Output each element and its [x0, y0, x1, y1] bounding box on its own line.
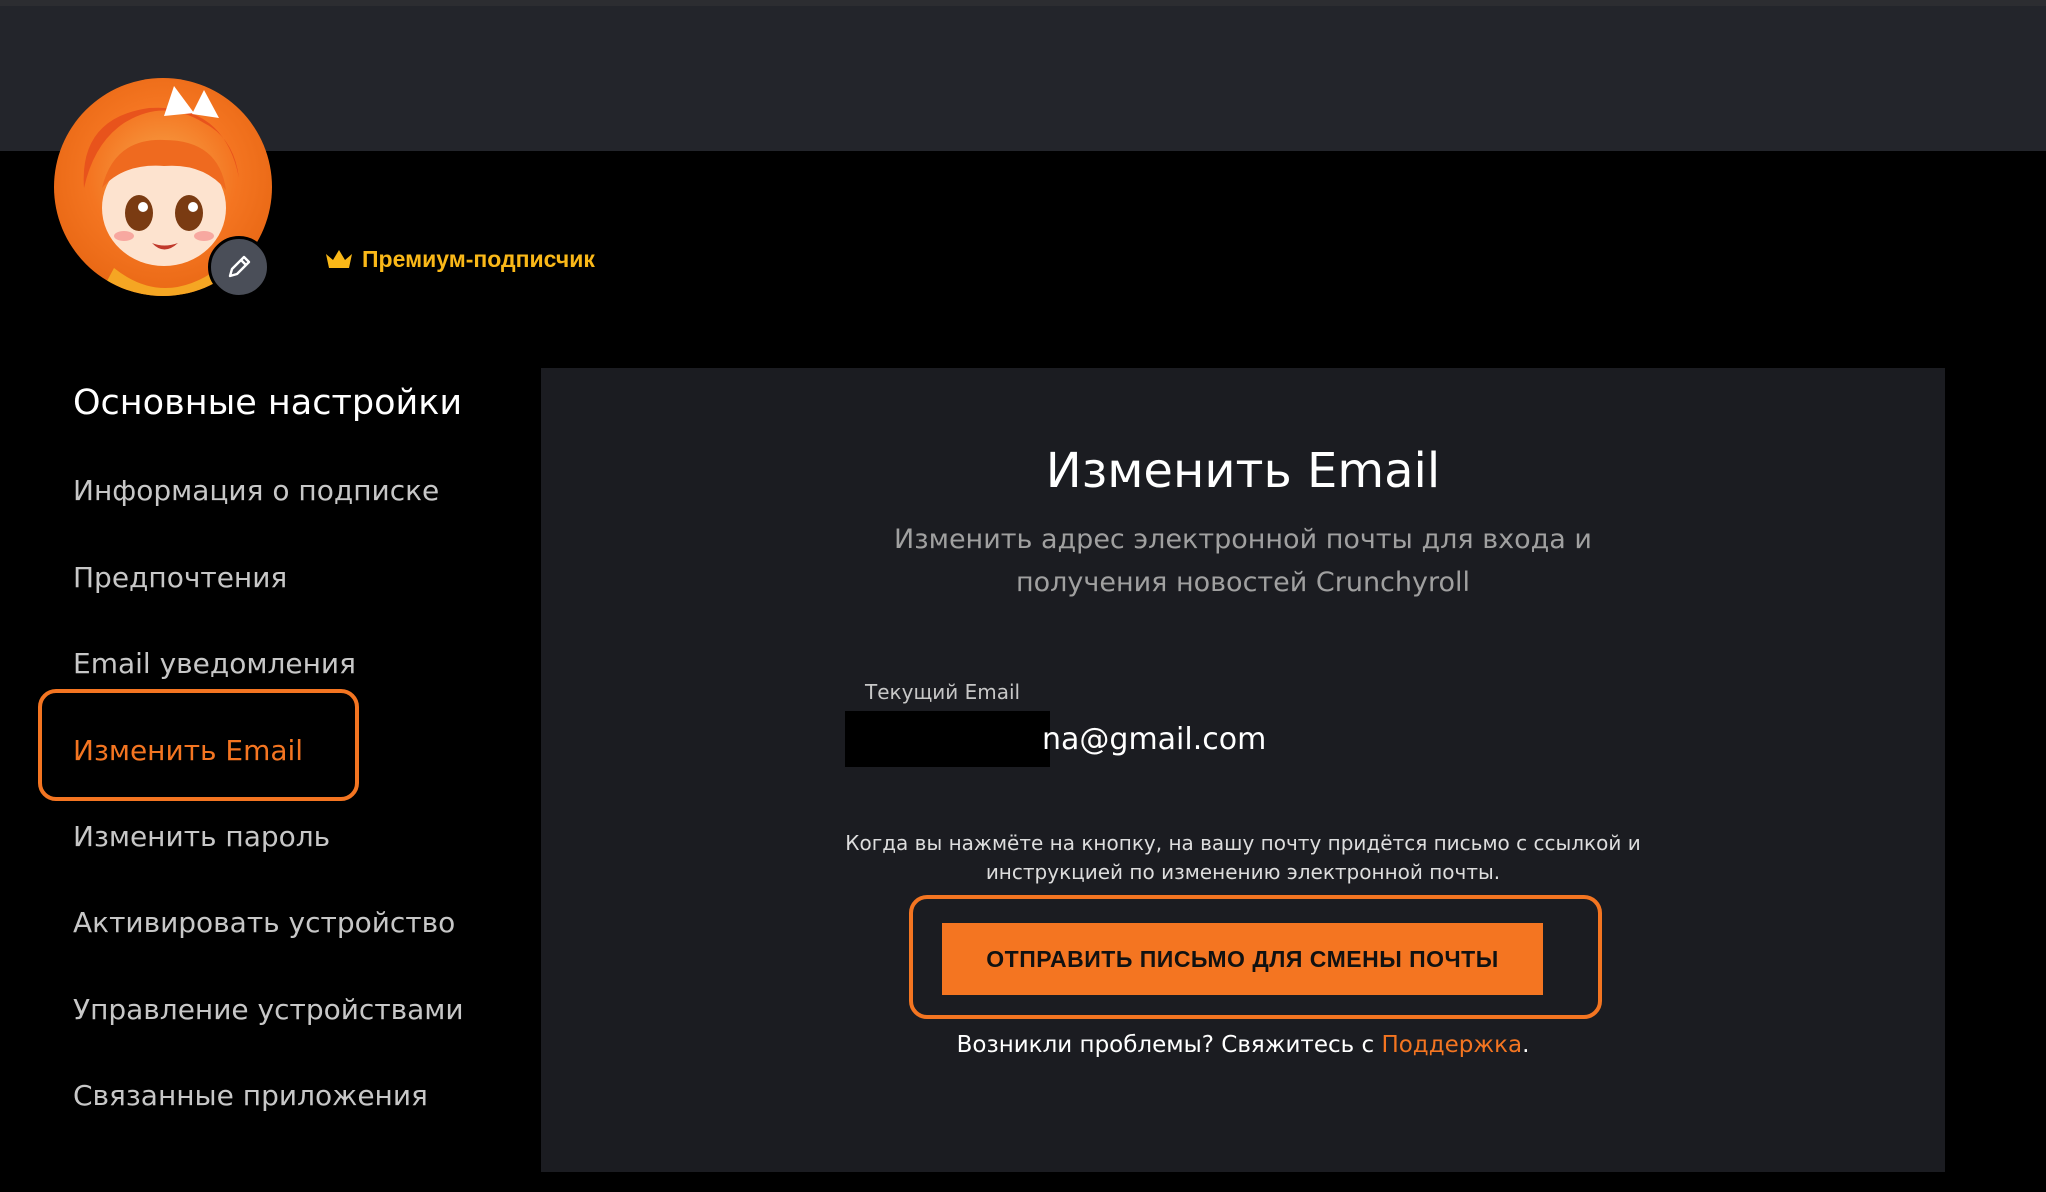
sidebar-item-change-email[interactable]: Изменить Email [73, 734, 303, 767]
note-line-2: инструкцией по изменению электронной поч… [985, 860, 1501, 884]
profile-header-band [0, 6, 2046, 151]
current-email-label: Текущий Email [865, 680, 1021, 704]
redaction-box [845, 711, 1050, 767]
sidebar-item-connected-apps[interactable]: Связанные приложения [73, 1079, 428, 1112]
page-title: Изменить Email [1045, 443, 1441, 499]
sidebar-item-activate-device[interactable]: Активировать устройство [73, 906, 455, 939]
current-email-value: na@gmail.com [845, 710, 1266, 768]
current-email-text: na@gmail.com [1042, 721, 1267, 757]
sidebar-item-manage-devices[interactable]: Управление устройствами [73, 993, 464, 1026]
pencil-icon [228, 255, 251, 278]
sidebar-item-subscription-info[interactable]: Информация о подписке [73, 474, 439, 507]
subtitle-line-2: получения новостей Crunchyroll [1015, 567, 1471, 598]
premium-label: Премиум-подписчик [362, 245, 595, 272]
edit-avatar-button[interactable] [208, 236, 270, 298]
send-email-change-button[interactable]: ОТПРАВИТЬ ПИСЬМО ДЛЯ СМЕНЫ ПОЧТЫ [942, 923, 1543, 995]
change-email-panel: Изменить Email Изменить адрес электронно… [541, 368, 1945, 1172]
subtitle-line-1: Изменить адрес электронной почты для вхо… [894, 524, 1592, 555]
help-prefix: Возникли проблемы? Свяжитесь с [956, 1032, 1382, 1058]
sidebar-item-email-notifications[interactable]: Email уведомления [73, 647, 356, 680]
premium-status: Премиум-подписчик [324, 242, 595, 276]
help-line: Возникли проблемы? Свяжитесь с Поддержка… [541, 1032, 1945, 1058]
sidebar-item-preferences[interactable]: Предпочтения [73, 561, 287, 594]
crown-icon [326, 250, 352, 268]
sidebar-item-change-password[interactable]: Изменить пароль [73, 820, 330, 853]
help-suffix: . [1522, 1032, 1530, 1058]
instruction-note: Когда вы нажмёте на кнопку, на вашу почт… [793, 829, 1693, 887]
support-link[interactable]: Поддержка [1381, 1032, 1522, 1058]
note-line-1: Когда вы нажмёте на кнопку, на вашу почт… [845, 831, 1641, 855]
sidebar-heading: Основные настройки [73, 383, 463, 423]
page-subtitle: Изменить адрес электронной почты для вхо… [793, 518, 1693, 604]
